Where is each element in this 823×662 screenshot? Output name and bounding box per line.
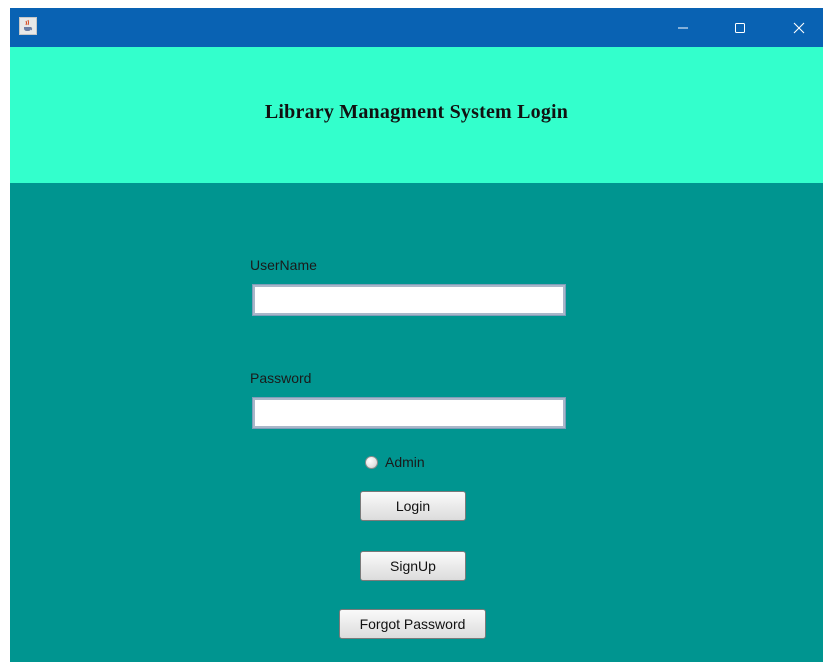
forgot-password-button[interactable]: Forgot Password (339, 609, 486, 639)
close-button[interactable] (776, 8, 822, 47)
username-input[interactable] (252, 284, 566, 316)
title-bar[interactable] (10, 8, 823, 47)
admin-label: Admin (385, 454, 425, 470)
signup-button[interactable]: SignUp (360, 551, 466, 581)
close-icon (793, 22, 805, 33)
minimize-button[interactable] (660, 8, 706, 47)
maximize-icon (735, 22, 745, 33)
app-window: Library Managment System Login UserName … (10, 8, 823, 662)
admin-radio-option[interactable]: Admin (365, 453, 425, 471)
header-panel: Library Managment System Login (10, 47, 823, 183)
username-label: UserName (250, 257, 317, 273)
maximize-button[interactable] (717, 8, 763, 47)
page-title: Library Managment System Login (264, 101, 569, 123)
login-button[interactable]: Login (360, 491, 466, 521)
minimize-icon (678, 27, 688, 28)
password-input[interactable] (252, 397, 566, 429)
password-label: Password (250, 370, 312, 386)
java-cup-icon (19, 17, 37, 35)
admin-radio[interactable] (365, 455, 378, 469)
